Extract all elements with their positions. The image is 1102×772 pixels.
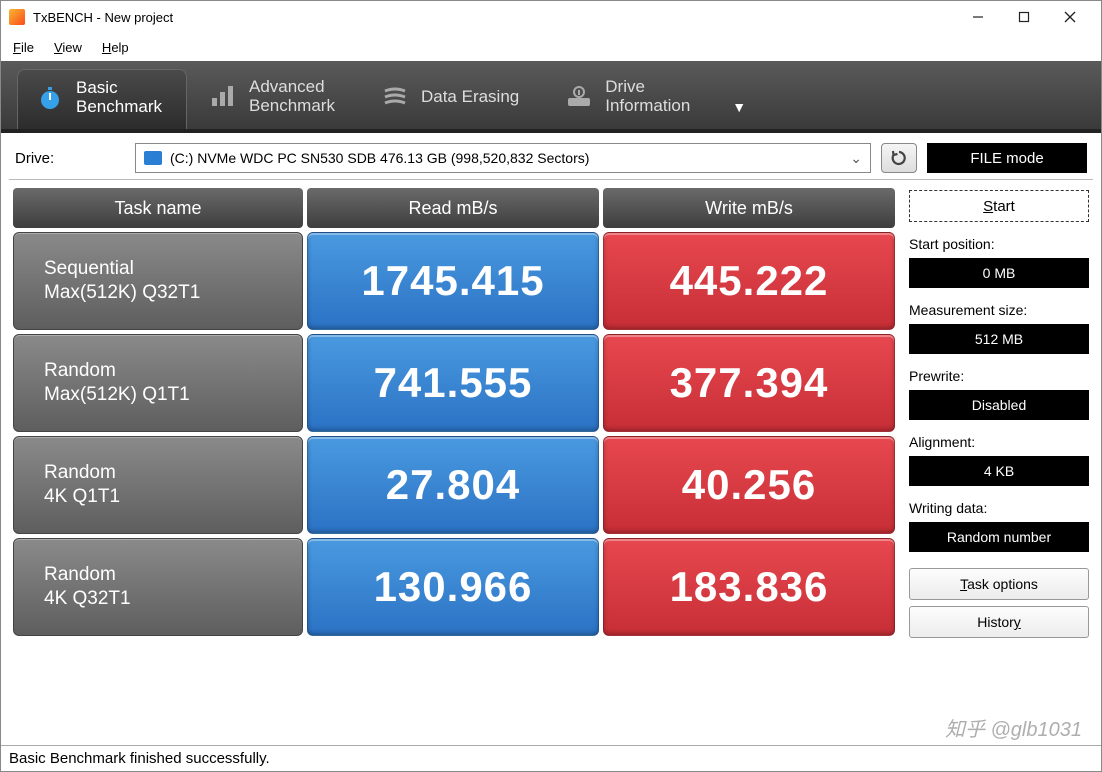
task-random-4k-q1t1[interactable]: Random4K Q1T1 <box>13 436 303 534</box>
tab-label: DriveInformation <box>605 78 690 115</box>
main-area: Task name Read mB/s Write mB/s Sequentia… <box>1 180 1101 745</box>
task-sequential-q32t1[interactable]: SequentialMax(512K) Q32T1 <box>13 232 303 330</box>
table-row: Random4K Q1T1 27.804 40.256 <box>13 436 895 534</box>
chevron-down-icon: ⌄ <box>850 150 862 167</box>
drive-selected-text: (C:) NVMe WDC PC SN530 SDB 476.13 GB (99… <box>170 150 589 166</box>
read-value[interactable]: 130.966 <box>307 538 599 636</box>
drive-label: Drive: <box>15 150 125 167</box>
bars-icon <box>209 83 237 111</box>
table-row: SequentialMax(512K) Q32T1 1745.415 445.2… <box>13 232 895 330</box>
menubar: File View Help <box>1 33 1101 61</box>
refresh-icon <box>890 149 908 167</box>
tab-drive-information[interactable]: DriveInformation <box>547 69 714 129</box>
prewrite-value[interactable]: Disabled <box>909 390 1089 420</box>
read-value[interactable]: 1745.415 <box>307 232 599 330</box>
app-icon <box>9 9 25 25</box>
tab-overflow-button[interactable]: ▼ <box>718 99 760 129</box>
side-panel: Start Start position: 0 MB Measurement s… <box>909 188 1089 745</box>
table-row: RandomMax(512K) Q1T1 741.555 377.394 <box>13 334 895 432</box>
write-value[interactable]: 445.222 <box>603 232 895 330</box>
write-value[interactable]: 377.394 <box>603 334 895 432</box>
stopwatch-icon <box>36 84 64 112</box>
file-mode-button[interactable]: FILE mode <box>927 143 1087 173</box>
writing-data-label: Writing data: <box>909 500 1089 516</box>
status-text: Basic Benchmark finished successfully. <box>9 750 270 767</box>
tab-data-erasing[interactable]: Data Erasing <box>363 69 543 129</box>
write-value[interactable]: 183.836 <box>603 538 895 636</box>
drive-icon <box>144 151 162 165</box>
start-button[interactable]: Start <box>909 190 1089 222</box>
status-bar: Basic Benchmark finished successfully. <box>1 745 1101 771</box>
write-value[interactable]: 40.256 <box>603 436 895 534</box>
tab-basic-benchmark[interactable]: BasicBenchmark <box>17 69 187 129</box>
alignment-label: Alignment: <box>909 434 1089 450</box>
menu-help[interactable]: Help <box>102 40 129 55</box>
table-row: Random4K Q32T1 130.966 183.836 <box>13 538 895 636</box>
refresh-button[interactable] <box>881 143 917 173</box>
menu-view[interactable]: View <box>54 40 82 55</box>
drive-info-icon <box>565 83 593 111</box>
benchmark-table: Task name Read mB/s Write mB/s Sequentia… <box>13 188 895 745</box>
header-write: Write mB/s <box>603 188 895 228</box>
maximize-icon <box>1018 11 1030 23</box>
task-options-button[interactable]: Task options <box>909 568 1089 600</box>
task-random-max-q1t1[interactable]: RandomMax(512K) Q1T1 <box>13 334 303 432</box>
titlebar: TxBENCH - New project <box>1 1 1101 33</box>
table-header: Task name Read mB/s Write mB/s <box>13 188 895 228</box>
minimize-icon <box>972 11 984 23</box>
header-read: Read mB/s <box>307 188 599 228</box>
tab-label: Data Erasing <box>421 88 519 107</box>
window-title: TxBENCH - New project <box>33 10 955 25</box>
close-icon <box>1064 11 1076 23</box>
drive-select[interactable]: (C:) NVMe WDC PC SN530 SDB 476.13 GB (99… <box>135 143 871 173</box>
prewrite-label: Prewrite: <box>909 368 1089 384</box>
drive-row: Drive: (C:) NVMe WDC PC SN530 SDB 476.13… <box>1 133 1101 179</box>
measurement-size-label: Measurement size: <box>909 302 1089 318</box>
history-button[interactable]: History <box>909 606 1089 638</box>
task-random-4k-q32t1[interactable]: Random4K Q32T1 <box>13 538 303 636</box>
read-value[interactable]: 27.804 <box>307 436 599 534</box>
start-position-value[interactable]: 0 MB <box>909 258 1089 288</box>
maximize-button[interactable] <box>1001 1 1047 33</box>
alignment-value[interactable]: 4 KB <box>909 456 1089 486</box>
start-position-label: Start position: <box>909 236 1089 252</box>
read-value[interactable]: 741.555 <box>307 334 599 432</box>
menu-file[interactable]: File <box>13 40 34 55</box>
erase-icon <box>381 83 409 111</box>
header-task: Task name <box>13 188 303 228</box>
writing-data-value[interactable]: Random number <box>909 522 1089 552</box>
close-button[interactable] <box>1047 1 1093 33</box>
tab-label: AdvancedBenchmark <box>249 78 335 115</box>
tab-label: BasicBenchmark <box>76 79 162 116</box>
measurement-size-value[interactable]: 512 MB <box>909 324 1089 354</box>
tab-advanced-benchmark[interactable]: AdvancedBenchmark <box>191 69 359 129</box>
minimize-button[interactable] <box>955 1 1001 33</box>
tabstrip: BasicBenchmark AdvancedBenchmark Data Er… <box>1 61 1101 133</box>
